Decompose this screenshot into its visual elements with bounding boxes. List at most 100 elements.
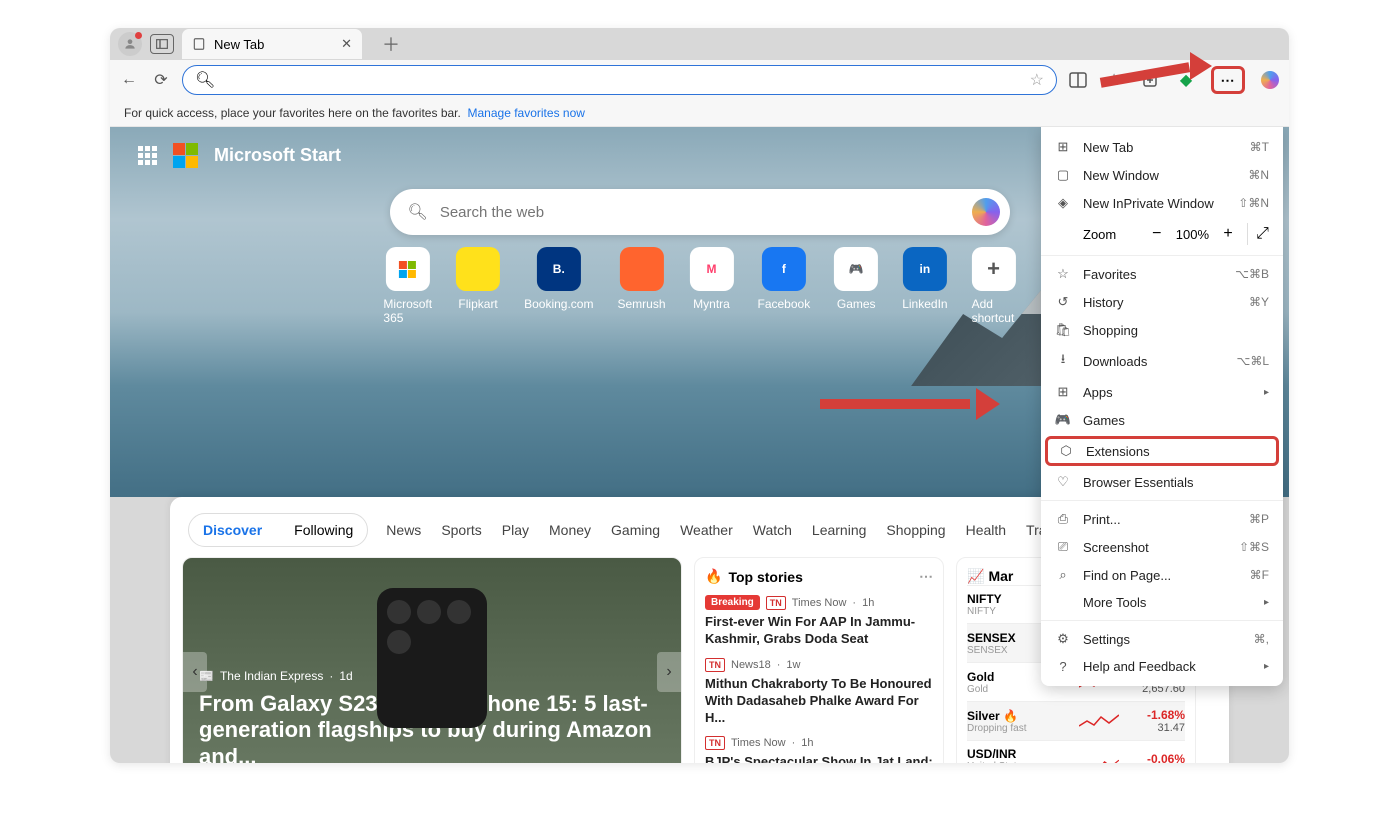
menu-item-label: Screenshot [1083, 540, 1149, 555]
menu-item-browser-essentials[interactable]: ♡Browser Essentials [1041, 468, 1283, 496]
menu-item-label: More Tools [1083, 595, 1146, 610]
tab-actions-icon[interactable] [150, 34, 174, 54]
story-item[interactable]: TNTimes Now · 1hBJP's Spectacular Show I… [705, 736, 933, 763]
shortcut-gm[interactable]: 🎮Games [834, 247, 878, 325]
web-search-bar[interactable]: 🔍︎ [390, 189, 1010, 235]
menu-item-label: Help and Feedback [1083, 659, 1196, 674]
shortcut-sr[interactable]: Semrush [617, 247, 665, 325]
prev-arrow-icon[interactable]: ‹ [183, 652, 207, 692]
shortcut-label: Booking.com [524, 297, 593, 311]
menu-item-new-inprivate-window[interactable]: ◈ New InPrivate Window ⇧⌘N [1041, 189, 1283, 217]
split-screen-icon[interactable] [1067, 69, 1089, 91]
shortcut-m365[interactable]: Microsoft 365 [383, 247, 432, 325]
extensions-shortcut-icon[interactable]: ◆ [1175, 69, 1197, 91]
shortcut-label: Myntra [693, 297, 730, 311]
next-arrow-icon[interactable]: › [657, 652, 681, 692]
menu-item-label: New Window [1083, 168, 1159, 183]
menu-item-screenshot[interactable]: ⎚Screenshot⇧⌘S [1041, 533, 1283, 561]
copilot-icon[interactable] [1259, 69, 1281, 91]
shortcut-bk[interactable]: B.Booking.com [524, 247, 593, 325]
app-launcher-icon[interactable] [138, 146, 157, 165]
story-item[interactable]: TNNews18 · 1wMithun Chakraborty To Be Ho… [705, 658, 933, 727]
browser-tab[interactable]: New Tab ✕ [182, 29, 362, 59]
menu-item-extensions[interactable]: ⬡Extensions [1045, 436, 1279, 466]
close-tab-icon[interactable]: ✕ [341, 36, 352, 52]
menu-item-new-tab[interactable]: ⊞New Tab⌘T [1041, 133, 1283, 161]
menu-item-icon: ⊞ [1055, 139, 1071, 155]
menu-separator [1041, 620, 1283, 621]
favorite-star-icon[interactable]: ☆ [1030, 70, 1044, 90]
menu-item-games[interactable]: 🎮Games [1041, 406, 1283, 434]
menu-item-shopping[interactable]: 🛍Shopping [1041, 316, 1283, 344]
shortcut-fk[interactable]: Flipkart [456, 247, 500, 325]
category-health[interactable]: Health [966, 522, 1006, 538]
shortcut-label: Add shortcut [972, 297, 1016, 325]
category-news[interactable]: News [386, 522, 421, 538]
story-item[interactable]: BreakingTNTimes Now · 1hFirst-ever Win F… [705, 595, 933, 648]
menu-item-print-[interactable]: ⎙Print...⌘P [1041, 505, 1283, 533]
market-row[interactable]: Silver 🔥Dropping fast-1.68%31.47 [967, 701, 1185, 740]
story-title: First-ever Win For AAP In Jammu-Kashmir,… [705, 614, 933, 648]
category-gaming[interactable]: Gaming [611, 522, 660, 538]
menu-item-icon: ⭳ [1055, 350, 1071, 372]
shortcuts-row: Microsoft 365 Flipkart B.Booking.com Semrus… [383, 247, 1015, 325]
category-shopping[interactable]: Shopping [886, 522, 945, 538]
headline-card[interactable]: ‹ › 📰 The Indian Express · 1d From Galax… [182, 557, 682, 763]
tab-following[interactable]: Following [284, 518, 363, 542]
menu-shortcut: ⌘N [1248, 168, 1269, 182]
more-menu-button[interactable]: ⋯ [1211, 66, 1245, 94]
url-input[interactable] [223, 72, 1021, 88]
new-tab-button[interactable]: ＋ [370, 31, 412, 57]
fullscreen-icon[interactable]: ⤢ [1247, 223, 1269, 245]
menu-item-more-tools[interactable]: More Tools ▸ [1041, 589, 1283, 616]
menu-item-downloads[interactable]: ⭳Downloads⌥⌘L [1041, 344, 1283, 378]
menu-item-new-window[interactable]: ▢New Window⌘N [1041, 161, 1283, 189]
menu-item-label: New Tab [1083, 140, 1133, 155]
shortcut-icon: f [762, 247, 806, 291]
back-button[interactable]: ← [118, 69, 140, 91]
category-weather[interactable]: Weather [680, 522, 733, 538]
menu-shortcut: ⇧⌘N [1238, 196, 1269, 210]
shortcut-fb[interactable]: fFacebook [758, 247, 811, 325]
address-bar[interactable]: 🔍︎ ☆ [182, 65, 1057, 95]
profile-icon[interactable] [118, 32, 142, 56]
top-stories-more-icon[interactable]: ⋯ [919, 568, 933, 585]
zoom-out-button[interactable]: − [1146, 223, 1168, 245]
web-search-input[interactable] [440, 204, 960, 221]
menu-item-icon: ◈ [1055, 195, 1071, 211]
market-row[interactable]: USD/INRUnited States Dollar/Indian Ru...… [967, 740, 1185, 763]
chevron-right-icon: ▸ [1264, 597, 1269, 608]
menu-item-history[interactable]: ↺History⌘Y [1041, 288, 1283, 316]
category-money[interactable]: Money [549, 522, 591, 538]
menu-item-find-on-page-[interactable]: ⌕Find on Page...⌘F [1041, 561, 1283, 589]
menu-item-help-and-feedback[interactable]: ?Help and Feedback▸ [1041, 653, 1283, 680]
menu-item-label: New InPrivate Window [1083, 196, 1214, 211]
menu-item-icon: ⊞ [1055, 384, 1071, 400]
shortcut-add[interactable]: +Add shortcut [972, 247, 1016, 325]
menu-shortcut: ⌘, [1254, 632, 1269, 646]
tab-discover[interactable]: Discover [193, 518, 272, 542]
menu-item-favorites[interactable]: ☆Favorites⌥⌘B [1041, 260, 1283, 288]
menu-item-apps[interactable]: ⊞Apps▸ [1041, 378, 1283, 406]
category-play[interactable]: Play [502, 522, 529, 538]
shortcut-my[interactable]: MMyntra [690, 247, 734, 325]
menu-item-label: Downloads [1083, 354, 1147, 369]
source-badge: TN [705, 736, 725, 750]
favorites-icon[interactable]: ☆ [1103, 69, 1125, 91]
refresh-button[interactable]: ⟳ [150, 69, 172, 91]
category-watch[interactable]: Watch [753, 522, 792, 538]
category-learning[interactable]: Learning [812, 522, 867, 538]
zoom-in-button[interactable]: + [1217, 223, 1239, 245]
menu-item-settings[interactable]: ⚙Settings⌘, [1041, 625, 1283, 653]
sparkline-icon [1079, 711, 1119, 731]
manage-favorites-link[interactable]: Manage favorites now [468, 106, 585, 120]
page-content: Microsoft Start 🔍︎ Microsoft 365Flipkart… [110, 127, 1289, 763]
favorites-bar: For quick access, place your favorites h… [110, 100, 1289, 127]
category-sports[interactable]: Sports [441, 522, 481, 538]
titlebar: New Tab ✕ ＋ [110, 28, 1289, 60]
collections-icon[interactable] [1139, 69, 1161, 91]
phone-graphic [377, 588, 487, 728]
copilot-search-icon[interactable] [972, 198, 1000, 226]
shortcut-li[interactable]: inLinkedIn [902, 247, 947, 325]
source-badge: TN [705, 658, 725, 672]
